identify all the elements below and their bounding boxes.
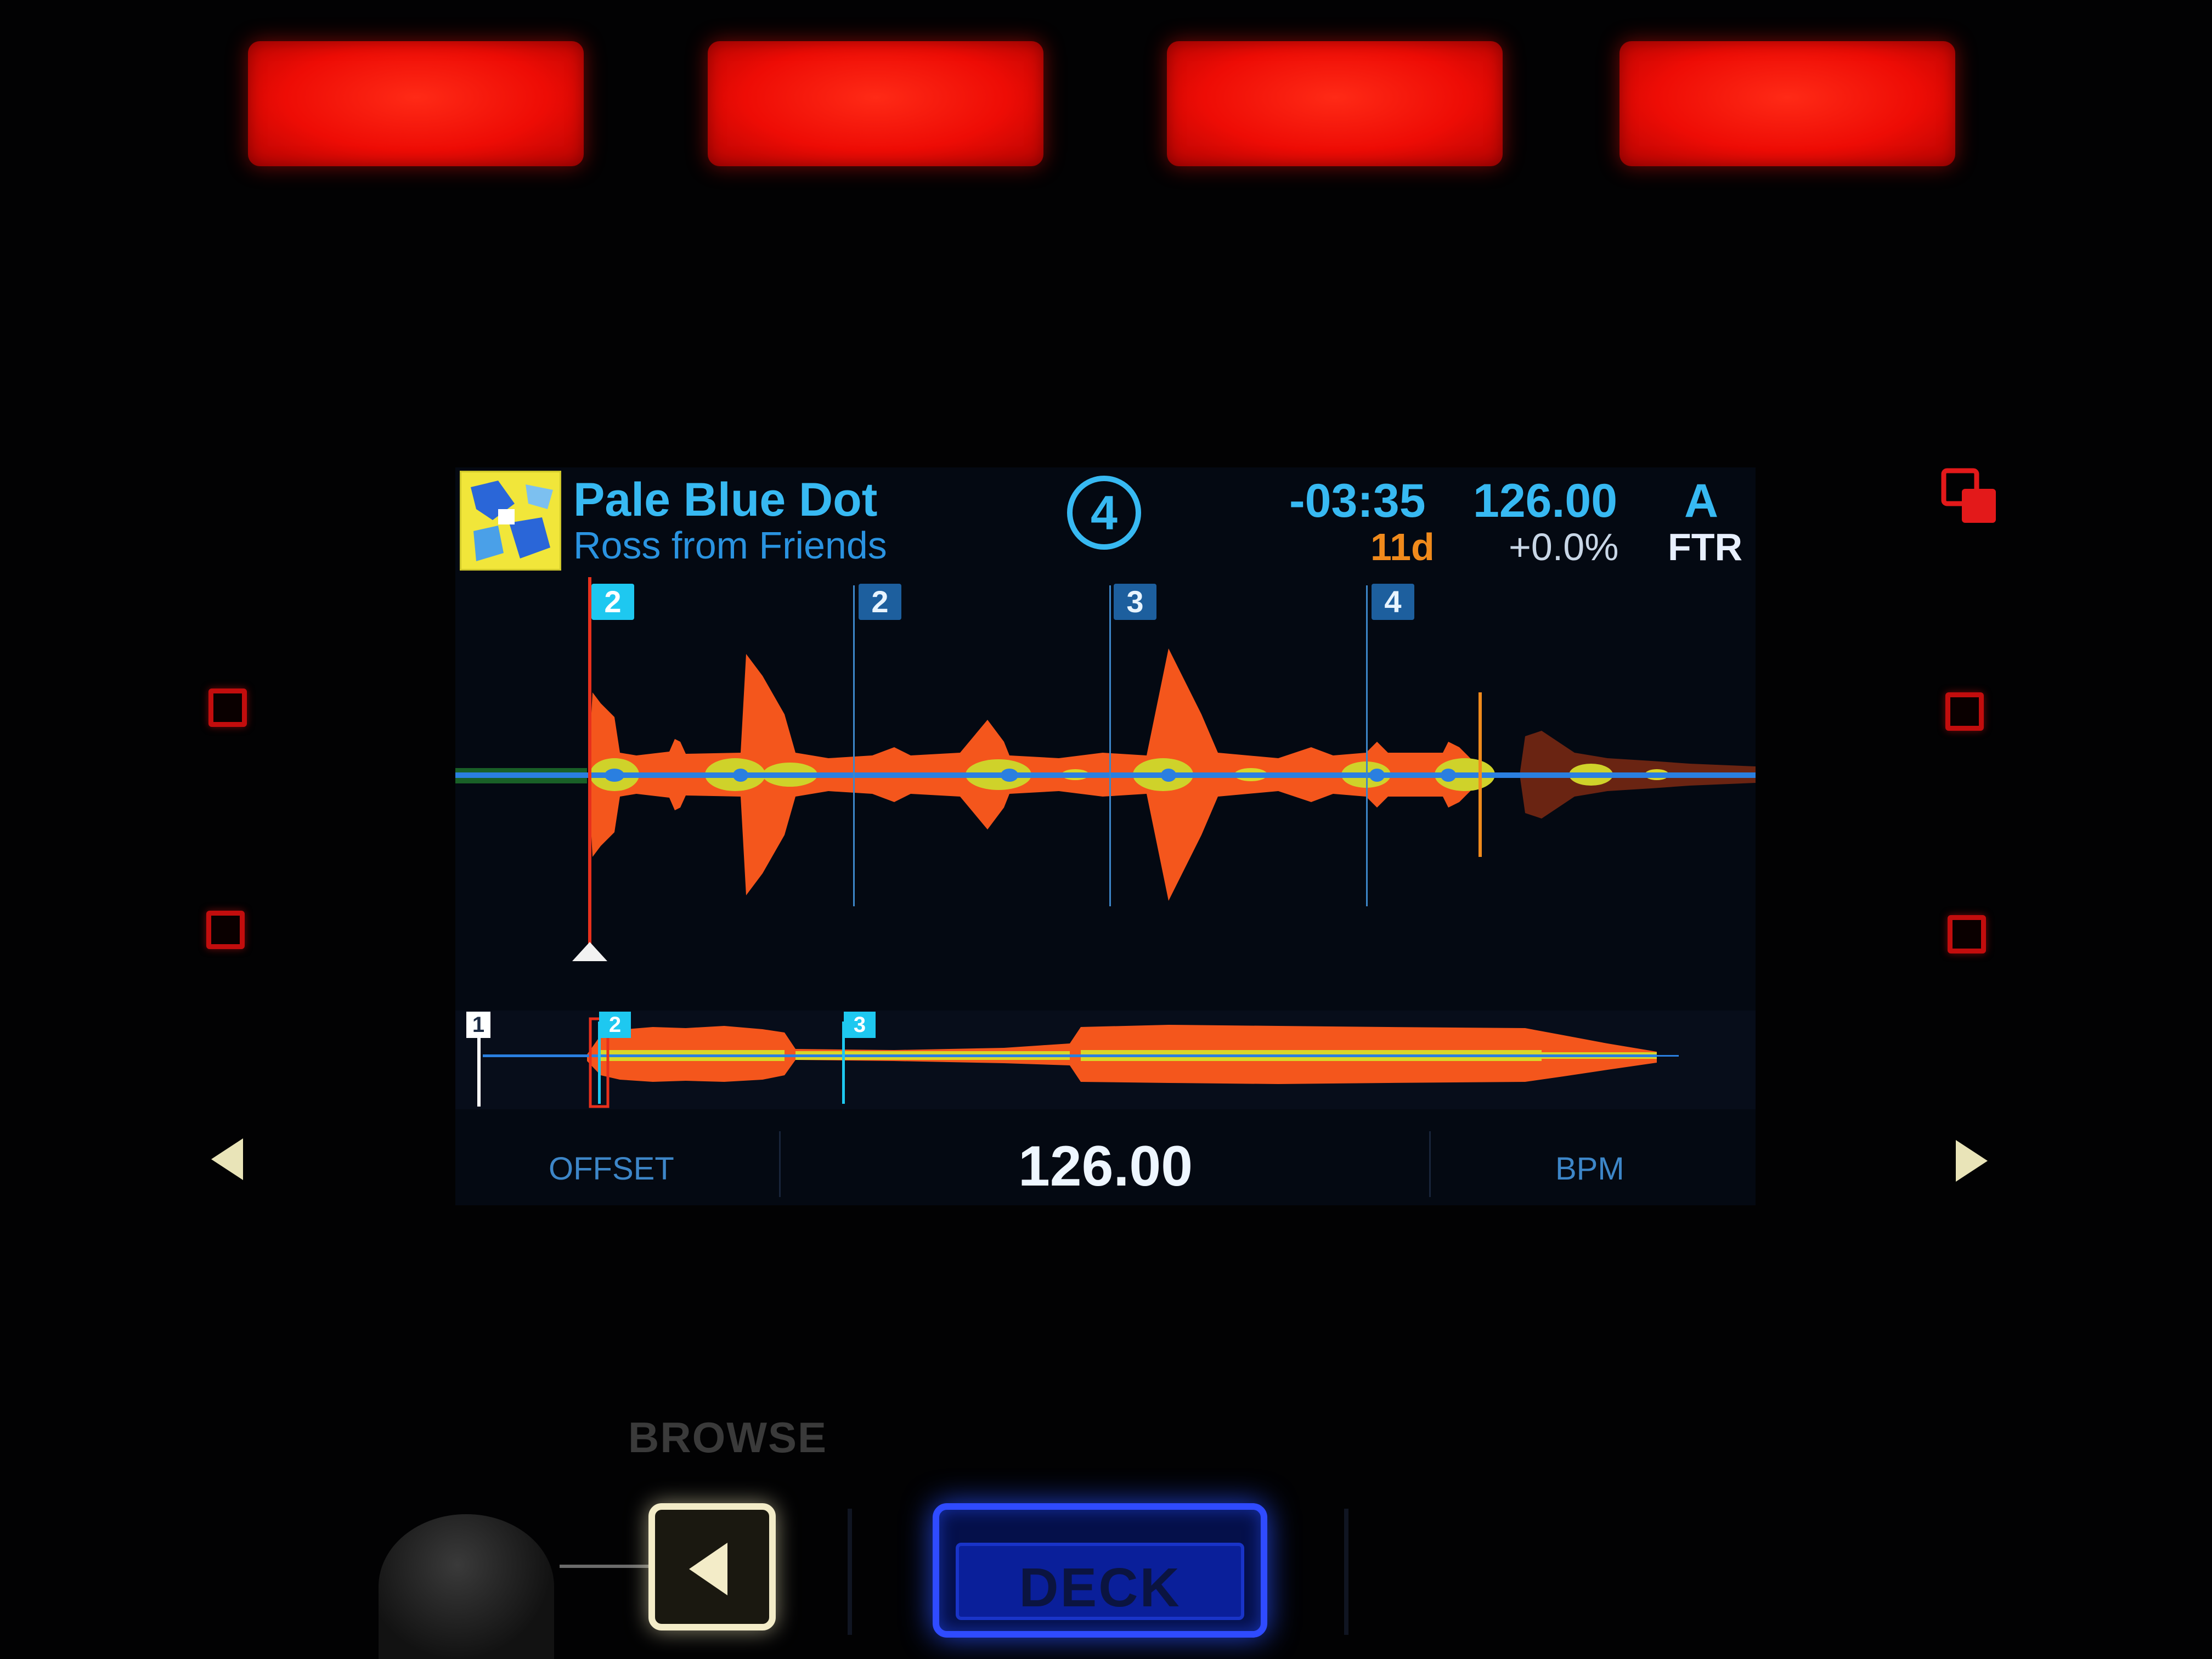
- offset-label: OFFSET: [549, 1151, 674, 1187]
- browse-label: BROWSE: [628, 1413, 827, 1462]
- panel-divider-2: [1344, 1509, 1348, 1635]
- left-lower-button[interactable]: [206, 911, 245, 949]
- back-arrow-icon: [689, 1543, 727, 1595]
- performance-pad-4[interactable]: [1620, 41, 1955, 166]
- cue-point-1[interactable]: 1: [466, 1012, 490, 1038]
- left-arrow-icon[interactable]: [211, 1138, 243, 1180]
- deck-letter: A: [1684, 475, 1719, 527]
- panel-divider-1: [848, 1509, 852, 1635]
- beat-marker-4: 4: [1372, 584, 1414, 620]
- right-arrow-icon[interactable]: [1956, 1140, 1988, 1182]
- album-art-icon: [458, 469, 563, 572]
- cue-point-2[interactable]: 2: [599, 1012, 631, 1038]
- performance-pad-2[interactable]: [708, 41, 1043, 166]
- deck-button[interactable]: DECK: [933, 1503, 1267, 1638]
- left-upper-button[interactable]: [208, 689, 247, 727]
- performance-pad-1[interactable]: [248, 41, 584, 166]
- track-bpm: 126.00: [1473, 475, 1618, 527]
- tempo-offset: +0.0%: [1509, 526, 1619, 568]
- main-waveform: [455, 577, 1756, 961]
- cue-point-3[interactable]: 3: [844, 1012, 876, 1038]
- loop-icon[interactable]: [1941, 468, 2001, 528]
- encoder-link: [560, 1565, 650, 1568]
- performance-pad-3[interactable]: [1167, 41, 1503, 166]
- sync-mode: FTR: [1668, 526, 1743, 568]
- deck-button-label: DECK: [1019, 1557, 1181, 1618]
- browse-encoder[interactable]: [379, 1514, 554, 1659]
- right-upper-button[interactable]: [1945, 692, 1984, 731]
- track-artist: Ross from Friends: [573, 524, 887, 567]
- track-title: Pale Blue Dot: [573, 473, 878, 526]
- deck-number-badge: 4: [1067, 476, 1141, 550]
- remaining-time: -03:35: [1289, 475, 1426, 527]
- bpm-label: BPM: [1555, 1151, 1624, 1187]
- bpm-value: 126.00: [1018, 1135, 1193, 1198]
- overview-waveform: [455, 1011, 1756, 1109]
- beat-marker-2: 2: [859, 584, 901, 620]
- back-button[interactable]: [648, 1503, 776, 1630]
- footer-divider-right: [1429, 1131, 1431, 1197]
- right-lower-button[interactable]: [1948, 915, 1986, 953]
- footer-divider-left: [779, 1131, 781, 1197]
- musical-key: 11d: [1370, 526, 1435, 568]
- deck-display: Pale Blue Dot Ross from Friends 4 -03:35…: [455, 467, 1756, 1205]
- beat-marker-3: 3: [1114, 584, 1156, 620]
- beat-marker-1: 2: [591, 584, 634, 620]
